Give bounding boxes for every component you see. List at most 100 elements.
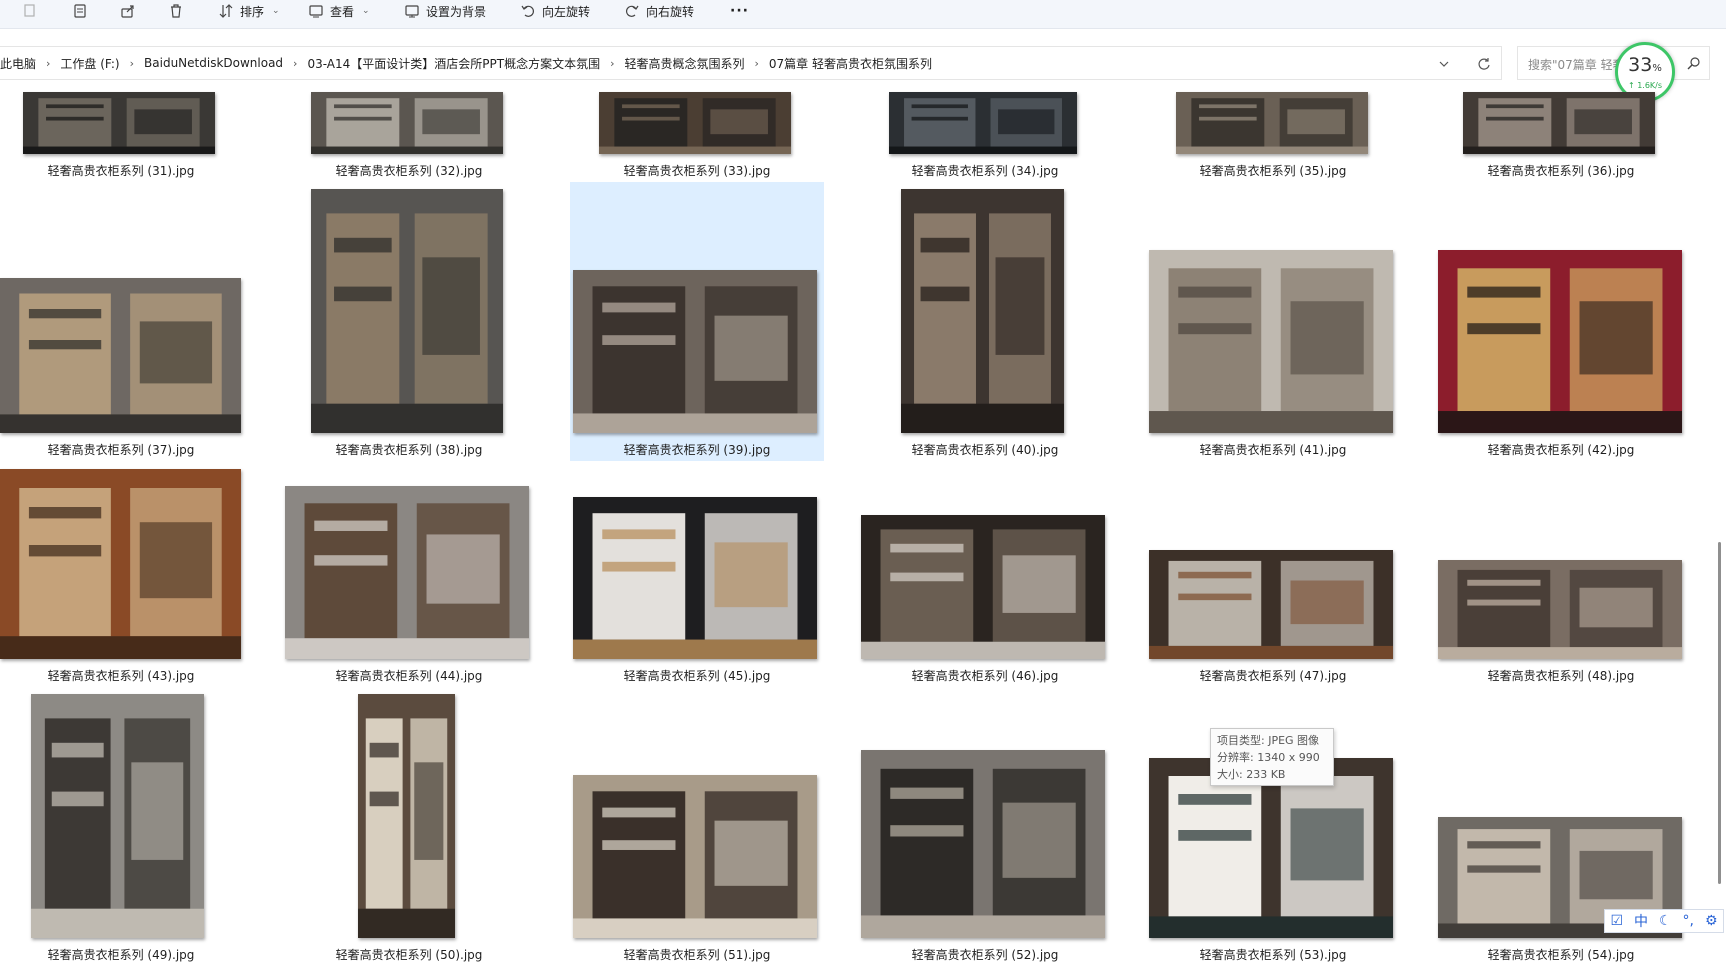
file-name: 轻奢高贵衣柜系列 (50).jpg xyxy=(335,948,483,962)
file-name: 轻奢高贵衣柜系列 (36).jpg xyxy=(1487,164,1635,178)
file-name: 轻奢高贵衣柜系列 (46).jpg xyxy=(911,669,1059,683)
file-name: 轻奢高贵衣柜系列 (54).jpg xyxy=(1487,948,1635,962)
view-button[interactable]: 查看 ⌄ xyxy=(308,0,370,22)
file-thumbnail[interactable] xyxy=(889,92,1077,154)
breadcrumb-separator: › xyxy=(754,56,759,70)
file-thumbnail[interactable] xyxy=(1149,250,1393,433)
command-bar: 排序 ⌄ 查看 ⌄ 设置为背景 向左旋转 向右旋转 ··· xyxy=(0,0,1726,29)
scrollbar-thumb[interactable] xyxy=(1718,542,1721,884)
chevron-down-icon[interactable] xyxy=(1436,56,1452,72)
sort-icon xyxy=(218,3,234,19)
moon-icon[interactable]: ☾ xyxy=(1659,913,1672,929)
file-name: 轻奢高贵衣柜系列 (44).jpg xyxy=(335,669,483,683)
tooltip-size: 大小: 233 KB xyxy=(1217,768,1286,781)
file-thumbnail[interactable] xyxy=(599,92,791,154)
file-thumbnail[interactable] xyxy=(311,189,503,433)
file-thumbnail[interactable] xyxy=(1463,92,1655,154)
refresh-icon[interactable] xyxy=(1476,56,1492,72)
file-thumbnail[interactable] xyxy=(1149,550,1393,659)
file-thumbnail[interactable] xyxy=(573,775,817,938)
breadcrumb-item[interactable]: 此电脑 xyxy=(0,55,42,72)
ime-toolbar[interactable]: ☑ 中 ☾ °, ⚙ xyxy=(1604,909,1724,933)
set-background-button[interactable]: 设置为背景 xyxy=(404,0,486,22)
file-thumbnail[interactable] xyxy=(358,694,455,938)
rotate-left-icon xyxy=(520,3,536,19)
breadcrumb-item[interactable]: 07篇章 轻奢高贵衣柜氛围系列 xyxy=(763,55,938,72)
breadcrumb-item[interactable]: 轻奢高贵概念氛围系列 xyxy=(618,55,750,72)
file-name: 轻奢高贵衣柜系列 (37).jpg xyxy=(47,443,195,457)
tooltip-resolution: 分辨率: 1340 x 990 xyxy=(1217,751,1320,764)
file-thumbnail[interactable] xyxy=(23,92,215,154)
file-name: 轻奢高贵衣柜系列 (33).jpg xyxy=(623,164,771,178)
net-percent-unit: % xyxy=(1652,63,1662,74)
punctuation-icon[interactable]: °, xyxy=(1683,913,1694,929)
view-label: 查看 xyxy=(330,4,355,19)
file-tooltip: 项目类型: JPEG 图像 分辨率: 1340 x 990 大小: 233 KB xyxy=(1210,728,1334,786)
share-icon xyxy=(120,3,136,19)
file-name: 轻奢高贵衣柜系列 (45).jpg xyxy=(623,669,771,683)
file-name: 轻奢高贵衣柜系列 (52).jpg xyxy=(911,948,1059,962)
file-thumbnail[interactable] xyxy=(1176,92,1368,154)
file-name: 轻奢高贵衣柜系列 (53).jpg xyxy=(1199,948,1347,962)
vertical-scrollbar[interactable] xyxy=(1716,86,1723,974)
file-thumbnail[interactable] xyxy=(31,694,204,938)
file-thumbnail[interactable] xyxy=(285,486,529,659)
paste-button[interactable] xyxy=(72,0,88,22)
settings-icon[interactable]: ⚙ xyxy=(1705,913,1718,929)
breadcrumb-separator: › xyxy=(293,56,298,70)
file-name: 轻奢高贵衣柜系列 (51).jpg xyxy=(623,948,771,962)
file-thumbnail[interactable] xyxy=(861,515,1105,659)
delete-button[interactable] xyxy=(168,0,184,22)
breadcrumb-item[interactable]: BaiduNetdiskDownload xyxy=(138,56,289,70)
sort-button[interactable]: 排序 ⌄ xyxy=(218,0,280,22)
view-icon xyxy=(308,3,324,19)
breadcrumb: 此电脑 › 工作盘 (F:) › BaiduNetdiskDownload › … xyxy=(0,55,938,72)
ime-mode[interactable]: 中 xyxy=(1634,911,1648,931)
file-name: 轻奢高贵衣柜系列 (43).jpg xyxy=(47,669,195,683)
file-thumbnail[interactable] xyxy=(901,189,1064,433)
checkbox-icon[interactable]: ☑ xyxy=(1610,913,1623,929)
file-thumbnail[interactable] xyxy=(311,92,503,154)
share-button[interactable] xyxy=(120,0,136,22)
file-name: 轻奢高贵衣柜系列 (42).jpg xyxy=(1487,443,1635,457)
file-thumbnail[interactable] xyxy=(0,278,241,433)
rotate-left-label: 向左旋转 xyxy=(542,4,591,19)
file-thumbnail[interactable] xyxy=(1438,560,1682,659)
file-thumbnail[interactable] xyxy=(861,750,1105,938)
address-bar[interactable]: 此电脑 › 工作盘 (F:) › BaiduNetdiskDownload › … xyxy=(0,46,1502,80)
copy-icon xyxy=(22,3,38,19)
chevron-down-icon: ⌄ xyxy=(362,6,370,16)
file-name: 轻奢高贵衣柜系列 (48).jpg xyxy=(1487,669,1635,683)
file-name: 轻奢高贵衣柜系列 (49).jpg xyxy=(47,948,195,962)
copy-button[interactable] xyxy=(22,0,38,22)
file-name: 轻奢高贵衣柜系列 (47).jpg xyxy=(1199,669,1347,683)
address-row: 此电脑 › 工作盘 (F:) › BaiduNetdiskDownload › … xyxy=(0,46,1726,80)
rotate-left-button[interactable]: 向左旋转 xyxy=(520,0,590,22)
file-thumbnail[interactable] xyxy=(0,469,241,659)
rotate-right-icon xyxy=(624,3,640,19)
sort-label: 排序 xyxy=(240,4,265,19)
wallpaper-icon xyxy=(404,3,420,19)
file-name: 轻奢高贵衣柜系列 (41).jpg xyxy=(1199,443,1347,457)
file-name: 轻奢高贵衣柜系列 (34).jpg xyxy=(911,164,1059,178)
file-name: 轻奢高贵衣柜系列 (32).jpg xyxy=(335,164,483,178)
file-thumbnail[interactable] xyxy=(573,497,817,659)
search-input[interactable]: 搜索"07篇章 轻奢... xyxy=(1517,46,1710,80)
breadcrumb-item[interactable]: 工作盘 (F:) xyxy=(54,55,125,72)
more-icon: ··· xyxy=(730,3,749,19)
paste-icon xyxy=(72,3,88,19)
file-name: 轻奢高贵衣柜系列 (31).jpg xyxy=(47,164,195,178)
file-thumbnail[interactable] xyxy=(1438,250,1682,433)
rotate-right-label: 向右旋转 xyxy=(646,4,695,19)
breadcrumb-separator: › xyxy=(46,56,51,70)
net-percent: 33 xyxy=(1628,54,1653,76)
file-thumbnail[interactable] xyxy=(573,270,817,433)
more-options-button[interactable]: ··· xyxy=(730,0,749,22)
set-background-label: 设置为背景 xyxy=(426,4,487,19)
trash-icon xyxy=(168,3,184,19)
rotate-right-button[interactable]: 向右旋转 xyxy=(624,0,694,22)
file-name: 轻奢高贵衣柜系列 (39).jpg xyxy=(623,443,771,457)
file-name: 轻奢高贵衣柜系列 (38).jpg xyxy=(335,443,483,457)
breadcrumb-item[interactable]: 03-A14【平面设计类】酒店会所PPT概念方案文本氛围 xyxy=(301,55,606,72)
search-icon xyxy=(1687,56,1701,70)
